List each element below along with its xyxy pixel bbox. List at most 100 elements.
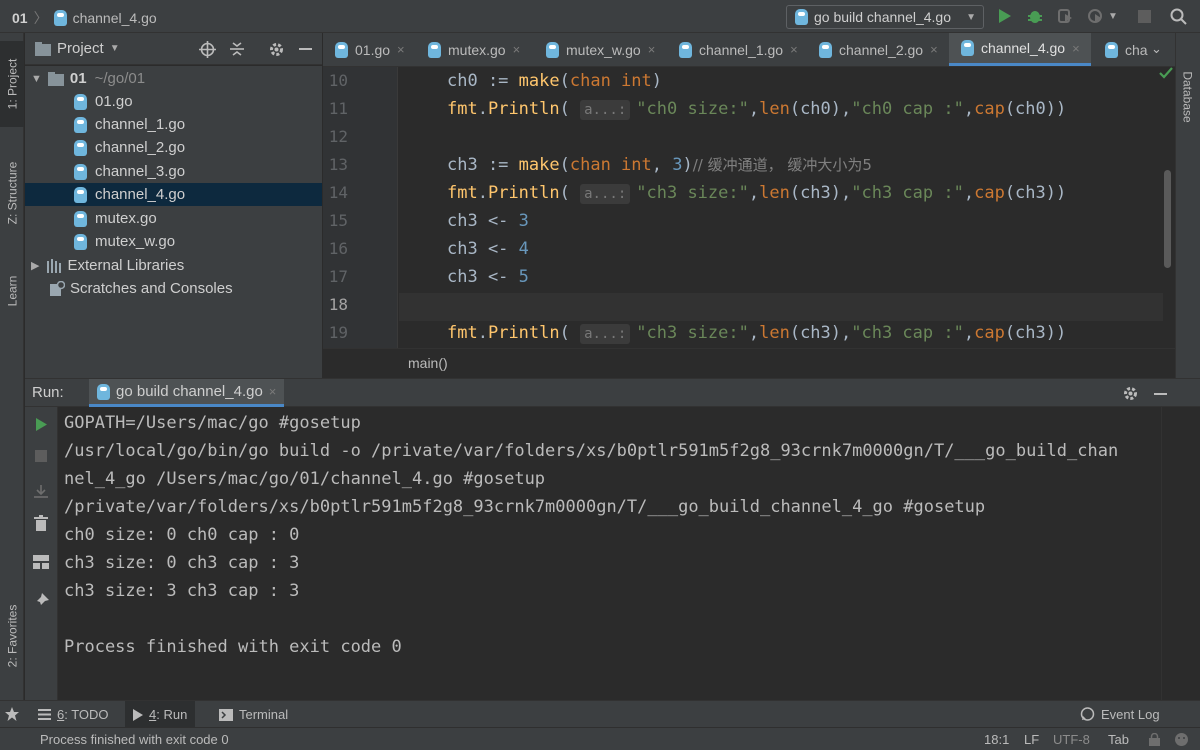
scratches-label: Scratches and Consoles xyxy=(70,280,233,297)
code-line: fmt.Println( a...: "ch3 size:",len(ch3),"… xyxy=(447,183,1067,204)
editor-tab[interactable]: channel_1.go × xyxy=(667,33,805,66)
stop-button[interactable] xyxy=(35,449,47,465)
locate-file-button[interactable] xyxy=(199,41,216,61)
tool-tab-todo[interactable]: 6: TODO xyxy=(30,701,117,728)
close-icon[interactable]: × xyxy=(930,42,938,57)
editor-tab[interactable]: channel_2.go × xyxy=(807,33,947,66)
close-icon[interactable]: × xyxy=(1072,41,1080,56)
minimize-icon[interactable] xyxy=(299,48,312,50)
editor-tab[interactable]: mutex_w.go × xyxy=(534,33,666,66)
speech-bubble-icon xyxy=(1080,707,1095,721)
code-editor[interactable]: ch0 := make(chan int) fmt.Println( a...:… xyxy=(399,67,1163,348)
search-icon xyxy=(1170,8,1187,25)
scroll-to-end-button[interactable] xyxy=(33,485,49,502)
pin-tab-button[interactable] xyxy=(33,593,49,612)
tree-root-folder[interactable]: ▼ 01 ~/go/01 xyxy=(25,67,322,90)
debug-button[interactable] xyxy=(1025,6,1045,26)
project-settings-button[interactable] xyxy=(268,41,285,61)
breadcrumb-file[interactable]: channel_4.go xyxy=(73,10,157,26)
inspector-icon[interactable] xyxy=(1174,732,1189,750)
show-hidden-tabs-button[interactable]: ⌄ xyxy=(1151,41,1162,57)
root-folder-name: 01 xyxy=(69,70,87,87)
more-run-options[interactable]: ▼ xyxy=(1106,6,1120,26)
stop-icon xyxy=(35,450,47,462)
navigation-breadcrumb: 01 〉 channel_4.go xyxy=(12,8,157,28)
tool-tab-project[interactable]: 1: Project xyxy=(0,41,24,127)
tree-file-label: channel_4.go xyxy=(95,186,186,203)
lock-icon[interactable] xyxy=(1149,732,1160,749)
clear-output-button[interactable] xyxy=(34,515,48,534)
close-icon[interactable]: × xyxy=(269,384,277,399)
chevron-down-icon: ▼ xyxy=(966,11,976,23)
editor-tab[interactable]: 01.go × xyxy=(323,33,414,66)
tool-tab-learn-label: Learn xyxy=(5,275,20,307)
go-file-icon xyxy=(1105,41,1118,58)
tool-tab-database[interactable]: Database xyxy=(1176,57,1200,137)
tool-tab-run[interactable]: 4: Run xyxy=(125,701,196,728)
console-scrollbar[interactable] xyxy=(1161,407,1175,700)
code-line: ch3 <- 3 xyxy=(447,211,529,231)
file-encoding[interactable]: UTF-8 xyxy=(1053,732,1090,747)
tool-tab-structure[interactable]: Z: Structure xyxy=(0,143,24,243)
stop-button[interactable] xyxy=(1134,6,1154,26)
indent-setting[interactable]: Tab xyxy=(1108,732,1129,747)
close-icon[interactable]: × xyxy=(513,42,521,57)
run-tab-label: go build channel_4.go xyxy=(116,383,263,400)
tree-file-selected[interactable]: channel_4.go xyxy=(25,183,322,206)
editor-tab[interactable]: mutex.go × xyxy=(416,33,532,66)
right-tool-window-strip: Database xyxy=(1175,33,1200,378)
tree-external-libraries[interactable]: ▶ External Libraries xyxy=(25,254,322,277)
editor-scrollbar[interactable] xyxy=(1164,170,1171,268)
code-line: fmt.Println( a...: "ch0 size:",len(ch0),"… xyxy=(447,99,1067,120)
editor-breadcrumb-function[interactable]: main() xyxy=(408,355,448,371)
run-tab[interactable]: go build channel_4.go × xyxy=(89,379,285,407)
minimize-icon[interactable] xyxy=(1154,393,1167,395)
run-button[interactable] xyxy=(995,6,1015,26)
profile-button[interactable] xyxy=(1085,6,1105,26)
tree-file[interactable]: channel_1.go xyxy=(25,113,322,136)
tree-file[interactable]: 01.go xyxy=(25,90,322,113)
coverage-icon xyxy=(1058,9,1072,23)
tool-tab-terminal[interactable]: Terminal xyxy=(211,701,296,728)
line-number: 14 xyxy=(328,183,348,202)
project-view-selector[interactable]: Project ▼ xyxy=(35,40,120,57)
tool-tab-terminal-label: Terminal xyxy=(239,707,289,722)
collapse-all-button[interactable] xyxy=(229,41,245,60)
run-configuration-select[interactable]: go build channel_4.go ▼ xyxy=(786,5,984,29)
line-number: 13 xyxy=(328,155,348,174)
close-icon[interactable]: × xyxy=(790,42,798,57)
project-panel-title: Project xyxy=(57,40,104,57)
line-separator[interactable]: LF xyxy=(1024,732,1039,747)
go-file-icon xyxy=(679,41,692,58)
go-file-icon xyxy=(961,40,974,56)
close-icon[interactable]: × xyxy=(397,42,405,57)
tree-file[interactable]: channel_2.go xyxy=(25,136,322,159)
rerun-button[interactable] xyxy=(35,417,48,435)
tree-file-label: channel_2.go xyxy=(95,139,186,156)
caret-position[interactable]: 18:1 xyxy=(984,732,1009,747)
bug-icon xyxy=(1028,11,1042,23)
tool-tab-learn[interactable]: Learn xyxy=(0,261,24,321)
coverage-button[interactable] xyxy=(1055,6,1075,26)
event-log-button[interactable]: Event Log xyxy=(1072,701,1168,728)
run-console-output[interactable]: GOPATH=/Users/mac/go #gosetup /usr/local… xyxy=(58,407,1161,700)
tree-file[interactable]: mutex.go xyxy=(25,207,322,230)
tree-scratches[interactable]: Scratches and Consoles xyxy=(25,277,322,300)
breadcrumb-project[interactable]: 01 xyxy=(12,10,28,26)
layout-button[interactable] xyxy=(33,555,49,572)
tree-file[interactable]: channel_3.go xyxy=(25,160,322,183)
editor-tab[interactable]: cha xyxy=(1093,33,1149,66)
editor-tab-active[interactable]: channel_4.go × xyxy=(949,33,1091,66)
folder-icon xyxy=(35,41,51,56)
tree-file[interactable]: mutex_w.go xyxy=(25,230,322,253)
code-comment: // 缓冲通道， 缓冲大小为5 xyxy=(692,156,872,174)
console-line: nel_4_go /Users/mac/go/01/channel_4.go #… xyxy=(64,469,546,489)
play-icon xyxy=(133,708,143,721)
close-icon[interactable]: × xyxy=(648,42,656,57)
tool-tab-favorites[interactable]: 2: Favorites xyxy=(0,583,24,689)
current-line-highlight xyxy=(399,293,1163,321)
search-everywhere-button[interactable] xyxy=(1168,6,1188,26)
run-settings-button[interactable] xyxy=(1122,385,1139,405)
collapse-icon xyxy=(230,42,244,56)
go-file-icon xyxy=(53,10,67,26)
